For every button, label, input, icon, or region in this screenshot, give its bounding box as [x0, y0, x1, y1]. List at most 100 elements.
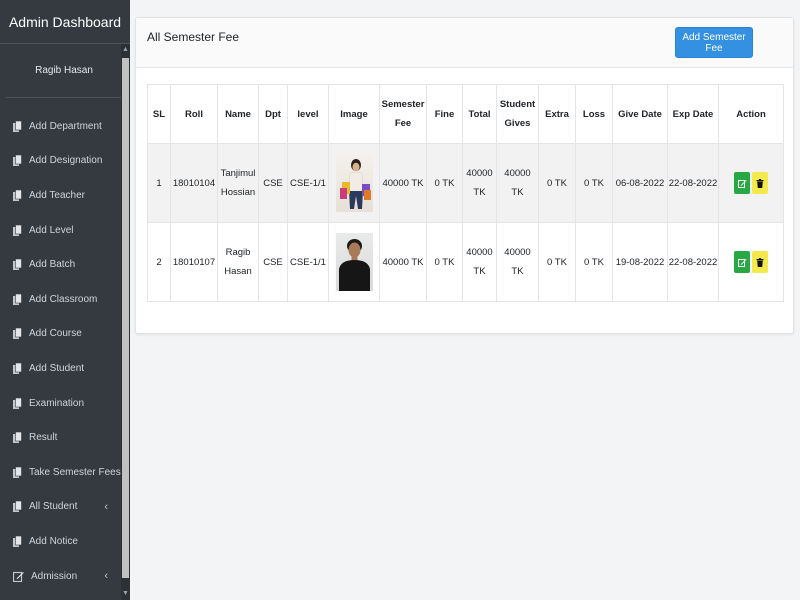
edit-icon — [737, 179, 747, 188]
cell-image — [328, 222, 380, 302]
action-buttons — [719, 251, 783, 273]
sidebar-item-take-semester-fees[interactable]: Take Semester Fees — [0, 455, 130, 490]
cell-student-gives: 40000 TK — [496, 222, 539, 302]
cell-loss: 0 TK — [575, 222, 613, 302]
sidebar-item-add-notice[interactable]: Add Notice — [0, 524, 130, 559]
sidebar-item-label: Add Department — [29, 120, 102, 132]
action-buttons — [719, 172, 783, 194]
total-line: TK — [473, 266, 486, 277]
gives-line: 40000 — [504, 247, 531, 258]
sidebar-item-label: Add Student — [29, 362, 85, 374]
sidebar-item-label: Admission — [31, 570, 78, 582]
cell-dpt: CSE — [258, 143, 288, 223]
chevron-left-icon[interactable]: ‹ — [104, 570, 108, 582]
cell-loss: 0 TK — [575, 143, 613, 223]
copy-icon — [13, 362, 22, 374]
sidebar-item-examination[interactable]: Examination — [0, 386, 130, 421]
top-navbar — [130, 0, 800, 14]
sidebar-item-label: Add Batch — [29, 259, 76, 271]
sidebar-item-label: All Student — [29, 501, 78, 513]
cell-give-date: 19-08-2022 — [612, 222, 668, 302]
cell-dpt: CSE — [258, 222, 288, 302]
sidebar-item-label: Add Course — [29, 328, 82, 340]
cell-semester-fee: 40000 TK — [379, 222, 427, 302]
scroll-down-arrow-icon[interactable]: ▼ — [121, 588, 130, 600]
sidebar-item-label: Add Classroom — [29, 293, 98, 305]
col-header-roll: Roll — [170, 84, 218, 144]
student-photo — [335, 233, 373, 291]
cell-name: Tanjimul Hossian — [217, 143, 259, 223]
add-semester-fee-button[interactable]: Add Semester Fee — [675, 27, 753, 58]
sidebar-item-result[interactable]: Result — [0, 420, 130, 455]
delete-button[interactable] — [752, 172, 768, 194]
header-line: Semester — [381, 99, 425, 110]
user-name[interactable]: Ragib Hasan — [6, 44, 122, 98]
col-header-extra: Extra — [538, 84, 576, 144]
cell-extra: 0 TK — [538, 143, 576, 223]
header-line: Fee — [394, 118, 412, 129]
cell-exp-date: 22-08-2022 — [667, 143, 719, 223]
card-header: All Semester Fee Add Semester Fee — [136, 18, 793, 68]
col-header-fine: Fine — [426, 84, 463, 144]
edit-button[interactable] — [734, 251, 750, 273]
total-line: 40000 — [466, 247, 493, 258]
sidebar-item-admission[interactable]: Admission ‹ — [0, 559, 130, 594]
sidebar-scrollbar[interactable]: ▲ ▼ — [121, 44, 130, 600]
copy-icon — [13, 189, 22, 201]
cell-student-gives: 40000 TK — [496, 143, 539, 223]
col-header-sl: SL — [147, 84, 171, 144]
scroll-up-arrow-icon[interactable]: ▲ — [121, 44, 130, 56]
sidebar-item-all-student[interactable]: All Student ‹ — [0, 490, 130, 525]
edit-icon — [737, 258, 747, 267]
sidebar-item-add-course[interactable]: Add Course — [0, 317, 130, 352]
name-line: Ragib — [225, 247, 251, 258]
semester-fee-card: All Semester Fee Add Semester Fee SL Rol… — [135, 17, 794, 334]
cell-roll: 18010107 — [170, 222, 218, 302]
total-line: TK — [473, 187, 486, 198]
sidebar-item-add-batch[interactable]: Add Batch — [0, 247, 130, 282]
cell-image — [328, 143, 380, 223]
col-header-image: Image — [328, 84, 380, 144]
cell-name: Ragib Hasan — [217, 222, 259, 302]
col-header-semester-fee: Semester Fee — [379, 84, 427, 144]
copy-icon — [13, 155, 22, 167]
copy-icon — [13, 293, 22, 305]
sidebar-item-add-student[interactable]: Add Student — [0, 351, 130, 386]
edit-button[interactable] — [734, 172, 750, 194]
cell-level: CSE-1/1 — [287, 143, 329, 223]
name-line: Tanjimul — [220, 168, 256, 179]
chevron-left-icon[interactable]: ‹ — [104, 501, 108, 513]
sidebar-item-add-level[interactable]: Add Level — [0, 213, 130, 248]
cell-level: CSE-1/1 — [287, 222, 329, 302]
copy-icon — [13, 259, 22, 271]
sidebar-item-label: Add Teacher — [29, 189, 85, 201]
gives-line: TK — [511, 266, 524, 277]
cell-exp-date: 22-08-2022 — [667, 222, 719, 302]
gives-line: 40000 — [504, 168, 531, 179]
copy-icon — [13, 224, 22, 236]
copy-icon — [13, 120, 22, 132]
edit-icon — [13, 571, 24, 582]
delete-button[interactable] — [752, 251, 768, 273]
copy-icon — [13, 535, 22, 547]
cell-sl: 1 — [147, 143, 171, 223]
name-line: Hossian — [220, 187, 256, 198]
table-row: 2 18010107 Ragib Hasan CSE CSE-1/1 40000… — [147, 222, 784, 302]
copy-icon — [13, 328, 22, 340]
sidebar-item-add-designation[interactable]: Add Designation — [0, 144, 130, 179]
sidebar-item-add-classroom[interactable]: Add Classroom — [0, 282, 130, 317]
sidebar-item-label: Add Notice — [29, 535, 78, 547]
sidebar-item-label: Take Semester Fees — [29, 466, 121, 478]
col-header-level: level — [287, 84, 329, 144]
brand-title[interactable]: Admin Dashboard — [0, 0, 130, 44]
col-header-action: Action — [718, 84, 784, 144]
copy-icon — [13, 432, 22, 444]
sidebar-item-add-teacher[interactable]: Add Teacher — [0, 178, 130, 213]
col-header-give-date: Give Date — [612, 84, 668, 144]
scrollbar-thumb[interactable] — [122, 58, 129, 578]
sidebar-item-add-department[interactable]: Add Department — [0, 109, 130, 144]
header-line: Student — [499, 99, 536, 110]
sidebar-item-label: Result — [29, 432, 58, 444]
sidebar-item-label: Add Designation — [29, 155, 103, 167]
col-header-dpt: Dpt — [258, 84, 288, 144]
